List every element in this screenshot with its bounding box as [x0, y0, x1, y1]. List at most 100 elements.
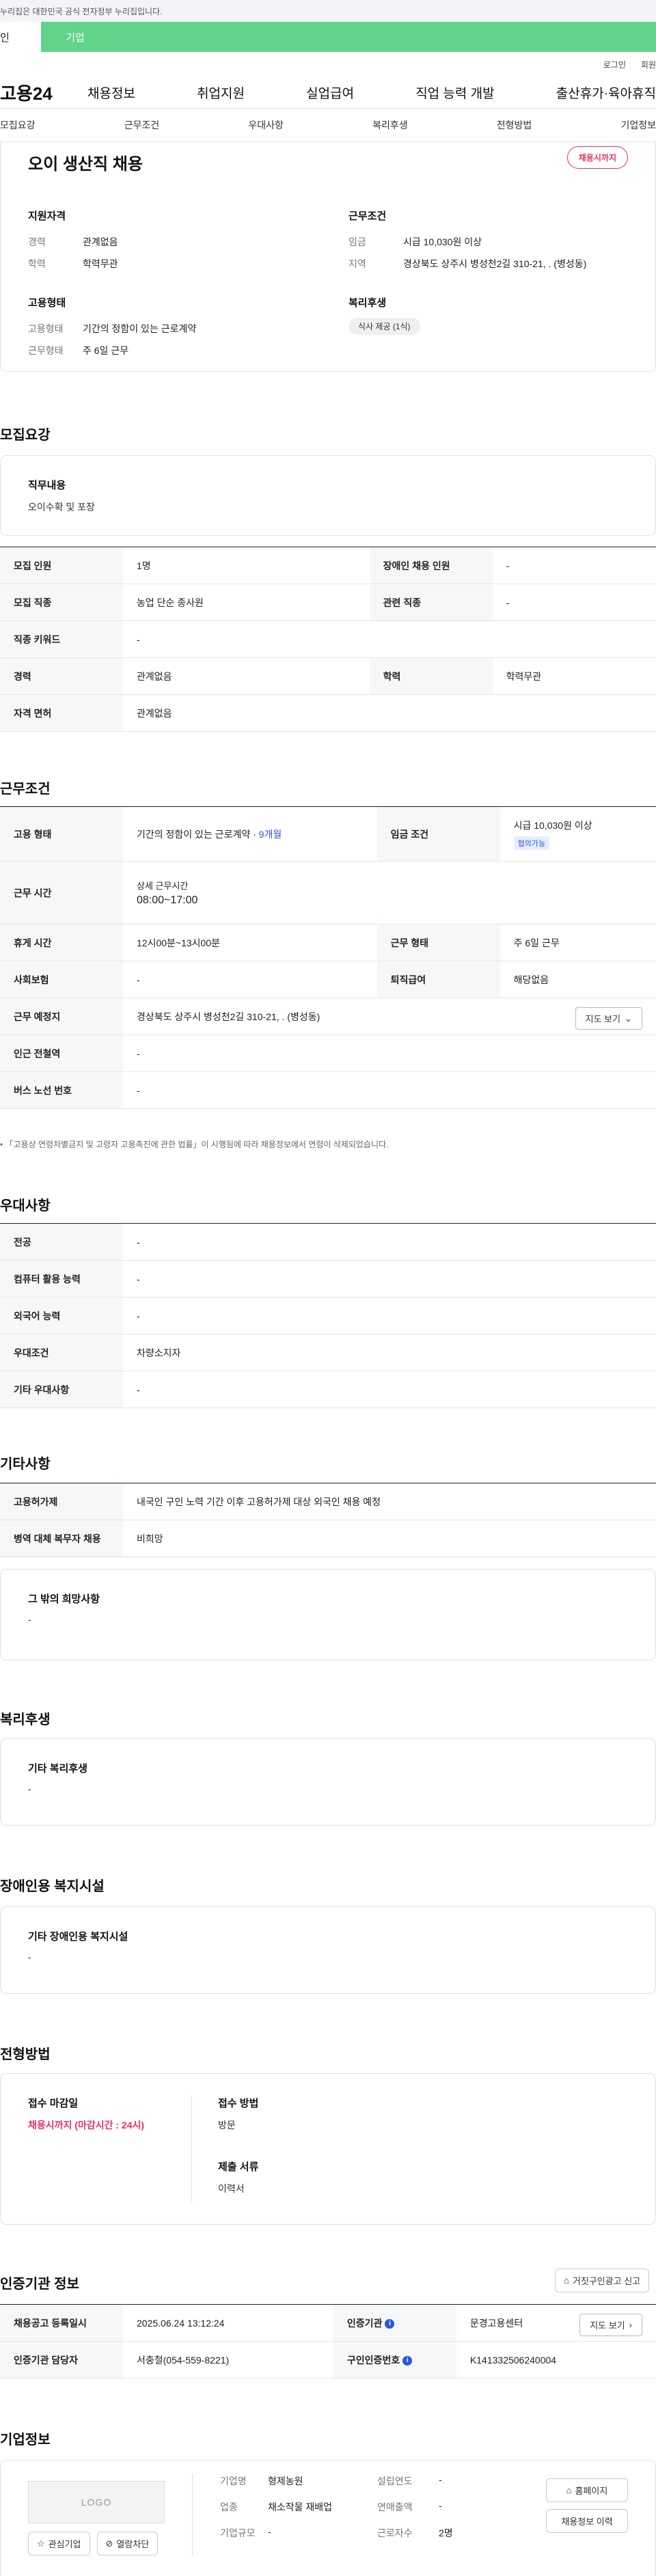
- table-row: 경력 관계없음 학력 학력무관: [0, 657, 656, 695]
- map-button[interactable]: 지도 보기 ⌄: [575, 1007, 642, 1030]
- join-link[interactable]: 회원: [641, 59, 656, 70]
- recruit-heading: 모집요강: [0, 428, 51, 443]
- subnav-company[interactable]: 기업정보: [620, 118, 656, 132]
- info-icon[interactable]: i: [402, 2355, 413, 2366]
- job-summary-card: 오이 생산직 채용 채용시까지 지원자격 경력 관계없음 학력 학력무관 근무조건 …: [0, 142, 656, 372]
- subnav-welfare[interactable]: 복리후생: [372, 118, 408, 132]
- row-label: 고용허가제: [0, 1483, 123, 1520]
- cond-label: 지역: [348, 258, 366, 269]
- cert-map-button[interactable]: 지도 보기 ›: [579, 2314, 642, 2336]
- reg-label: 채용공고 등록일시: [0, 2304, 123, 2342]
- block-view-button[interactable]: ⊘ 열람차단: [96, 2532, 159, 2556]
- row-value: 1명: [123, 547, 370, 584]
- block-icon: ⊘: [105, 2538, 113, 2549]
- type-label: 고용형태: [28, 323, 64, 334]
- age-footnote-text: 「고용상 연령차별금지 및 고령자 고용촉진에 관한 법률」이 시행됨에 따라 …: [5, 1140, 389, 1149]
- row-value: 관계없음: [123, 694, 656, 732]
- table-row: 고용 형태 기간의 정함이 있는 근로계약 · 9개월 임금 조건 시급 10,…: [0, 806, 656, 862]
- row-label: 모집 직종: [0, 584, 123, 621]
- deadline-value: 채용시까지 (마감시간 : 24시): [28, 2120, 145, 2130]
- chevron-down-icon: ⌄: [625, 1013, 632, 1024]
- cert-heading: 인증기관 정보: [0, 2277, 79, 2292]
- negotiable-badge: 협의가능: [513, 836, 550, 850]
- table-row: 버스 노선 번호 -: [0, 1071, 656, 1109]
- company-value: -: [268, 2526, 271, 2537]
- row-value: 차량소지자: [123, 1334, 656, 1371]
- company-value: -: [439, 2474, 442, 2485]
- subnav-conditions[interactable]: 근무조건: [124, 118, 160, 132]
- company-logo: LOGO: [28, 2481, 165, 2523]
- table-row: 휴게 시간 12시00분~13시00분 근무 형태 주 6일 근무: [0, 924, 656, 961]
- row-label: 장애인 채용 인원: [369, 547, 493, 584]
- wage-cell: 시급 10,030원 이상협의가능: [500, 806, 656, 862]
- org-label-cell: 인증기관 i: [333, 2304, 456, 2342]
- place-cell: 경상북도 상주시 병성천2길 310-21, . (병성동) 지도 보기 ⌄: [123, 998, 656, 1035]
- method-value: 방문: [218, 2120, 236, 2130]
- table-row: 외국어 능력 -: [0, 1297, 656, 1334]
- table-row: 직종 키워드 -: [0, 620, 656, 658]
- report-fake-ad-button[interactable]: ⌂ 거짓구인광고 신고: [555, 2269, 650, 2292]
- cond-value: 경상북도 상주시 병성천2길 310-21, . (병성동): [403, 258, 587, 269]
- wage-value: 시급 10,030원 이상: [513, 819, 592, 831]
- row-label: 모집 인원: [0, 547, 123, 584]
- row-value: -: [123, 1371, 656, 1408]
- homepage-button[interactable]: ⌂ 홈페이지: [546, 2478, 628, 2502]
- tab-company[interactable]: 기업: [41, 22, 109, 52]
- table-row: 모집 직종 농업 단순 종사원 관련 직종 -: [0, 584, 656, 621]
- row-value: 12시00분~13시00분: [123, 924, 377, 961]
- row-label: 관련 직종: [369, 584, 493, 621]
- table-row: 근무 시간 상세 근무시간 08:00~17:00: [0, 861, 656, 924]
- menu-parental-leave[interactable]: 출산휴가·육아휴직: [556, 83, 656, 102]
- company-key: 기업규모: [220, 2527, 256, 2538]
- subnav-process[interactable]: 전형방법: [497, 118, 532, 132]
- org-cell: 문경고용센터 지도 보기 ›: [456, 2304, 656, 2342]
- other-value: -: [28, 1614, 31, 1625]
- company-card: LOGO ☆ 관심기업 ⊘ 열람차단 기업명 형제농원 설립연도 - 업종 채소작물 재배업…: [0, 2460, 656, 2576]
- row-value: 관계없음: [123, 657, 370, 695]
- row-label: 경력: [0, 657, 123, 695]
- row-label: 근무 형태: [377, 924, 500, 961]
- table-row: 병역 대체 복무자 채용 비희망: [0, 1520, 656, 1557]
- row-value: 비희망: [123, 1520, 656, 1557]
- mgr-label: 인증기관 담당자: [0, 2341, 123, 2379]
- no-label-cell: 구인인증번호 i: [333, 2341, 456, 2379]
- qual-value: 학력무관: [83, 258, 118, 269]
- info-icon[interactable]: i: [385, 2318, 395, 2329]
- login-link[interactable]: 로그인: [603, 59, 626, 70]
- emp-type-period: 9개월: [258, 828, 282, 840]
- menu-skill-development[interactable]: 직업 능력 개발: [415, 83, 494, 102]
- welfare-box: 기타 복리후생 -: [0, 1738, 656, 1826]
- cert-map-label: 지도 보기: [590, 2320, 625, 2331]
- menu-jobs[interactable]: 채용정보: [87, 83, 135, 102]
- hours-value: 08:00~17:00: [137, 894, 198, 906]
- menu-employment-support[interactable]: 취업지원: [197, 83, 245, 102]
- row-label: 우대조건: [0, 1334, 123, 1371]
- wage-label: 임금 조건: [377, 806, 500, 862]
- site-logo[interactable]: 고용24: [0, 80, 82, 105]
- company-actions: ⌂ 홈페이지 채용정보 이력: [546, 2478, 628, 2533]
- qual-label: 학력: [28, 258, 46, 269]
- station-label: 인근 전철역: [0, 1034, 123, 1072]
- tab-individual[interactable]: 인: [0, 22, 41, 52]
- menu-unemployment-benefit[interactable]: 실업급여: [306, 83, 354, 102]
- type-heading: 고용형태: [28, 297, 66, 309]
- subnav-preference[interactable]: 우대사항: [248, 118, 284, 132]
- block-label: 열람차단: [116, 2539, 150, 2549]
- row-value: -: [123, 620, 656, 658]
- history-button[interactable]: 채용정보 이력: [546, 2509, 628, 2533]
- company-key: 기업명: [220, 2476, 247, 2486]
- row-label: 직종 키워드: [0, 620, 123, 658]
- favorite-company-button[interactable]: ☆ 관심기업: [28, 2532, 90, 2556]
- etc-table: 고용허가제 내국인 구인 노력 기간 이후 고용허가제 대상 외국인 채용 예정 …: [0, 1483, 656, 1557]
- company-value: 채소작물 재배업: [268, 2502, 333, 2512]
- row-value: -: [123, 1260, 656, 1298]
- welfare-label: 기타 복리후생: [28, 1763, 87, 1775]
- row-label: 사회보험: [0, 961, 123, 998]
- row-label: 퇴직급여: [377, 961, 500, 998]
- deadline-block: 접수 마감일 채용시까지 (마감시간 : 24시): [28, 2096, 192, 2202]
- table-row: 기타 우대사항 -: [0, 1371, 656, 1408]
- table-row: 컴퓨터 활용 능력 -: [0, 1260, 656, 1298]
- table-row: 근무 예정지 경상북도 상주시 병성천2길 310-21, . (병성동) 지도…: [0, 998, 656, 1035]
- job-title: 오이 생산직 채용: [28, 155, 143, 174]
- subnav-recruit[interactable]: 모집요강: [0, 118, 36, 132]
